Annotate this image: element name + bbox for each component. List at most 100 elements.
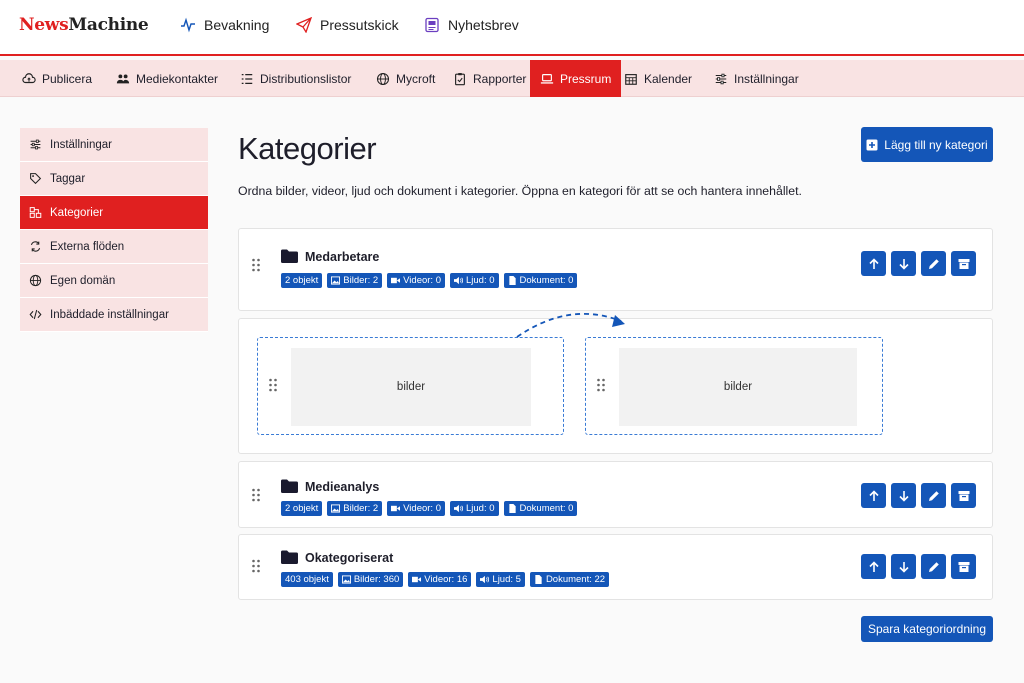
- nav-label: Mycroft: [396, 71, 436, 86]
- move-up-button[interactable]: [861, 483, 886, 508]
- category-badges: 2 objekt Bilder: 2 Videor: 0 Ljud: 0 Dok…: [281, 501, 578, 516]
- calendar-icon: [625, 73, 637, 85]
- pencil-icon: [928, 258, 939, 269]
- sidebar-item-label: Externa flöden: [50, 240, 125, 253]
- document-icon: [535, 575, 542, 584]
- nav-pressrum[interactable]: Pressrum: [530, 60, 622, 97]
- drag-item-preview: bilder: [291, 348, 531, 426]
- drag-source-slot[interactable]: bilder: [257, 337, 564, 435]
- badge-audio: Ljud: 5: [476, 572, 525, 587]
- topnav-bevakning[interactable]: Bevakning: [180, 17, 269, 33]
- archive-button[interactable]: [951, 483, 976, 508]
- nav-mediekontakter[interactable]: Mediekontakter: [116, 60, 218, 97]
- arrow-up-icon: [868, 489, 879, 501]
- archive-button[interactable]: [951, 251, 976, 276]
- sidebar-item-installningar[interactable]: Inställningar: [20, 128, 208, 162]
- category-actions: [861, 483, 976, 508]
- save-category-order-button[interactable]: Spara kategoriordning: [861, 616, 993, 642]
- nav-label: Mediekontakter: [136, 71, 219, 86]
- clipboard-icon: [455, 72, 465, 85]
- nav-label: Distributionslistor: [260, 71, 352, 86]
- archive-icon: [958, 258, 969, 269]
- badge-documents: Dokument: 0: [503, 501, 578, 516]
- sidebar-item-inbaddade-installningar[interactable]: Inbäddade inställningar: [20, 298, 208, 332]
- nav-installningar[interactable]: Inställningar: [714, 60, 799, 97]
- nav-distributionslistor[interactable]: Distributionslistor: [240, 60, 351, 97]
- newsletter-icon: [425, 17, 439, 33]
- video-icon: [412, 576, 422, 583]
- pulse-icon: [181, 17, 195, 33]
- categories-icon: [29, 207, 42, 218]
- folder-icon: [281, 479, 298, 493]
- move-up-button[interactable]: [861, 251, 886, 276]
- move-up-button[interactable]: [861, 554, 886, 579]
- sidebar-item-externa-floden[interactable]: Externa flöden: [20, 230, 208, 264]
- nav-label: Rapporter: [473, 71, 527, 86]
- topnav-label: Nyhetsbrev: [448, 17, 519, 33]
- badge-videos: Videor: 0: [387, 501, 445, 516]
- save-order-label: Spara kategoriordning: [867, 622, 987, 636]
- archive-button[interactable]: [951, 554, 976, 579]
- move-down-button[interactable]: [891, 483, 916, 508]
- drag-target-slot[interactable]: bilder: [585, 337, 883, 435]
- move-down-button[interactable]: [891, 251, 916, 276]
- nav-publicera[interactable]: Publicera: [22, 60, 92, 97]
- badge-audio: Ljud: 0: [450, 501, 499, 516]
- badge-documents: Dokument: 0: [503, 273, 578, 288]
- drag-handle-icon[interactable]: [596, 378, 606, 392]
- badge-documents: Dokument: 22: [529, 572, 610, 587]
- sidebar-item-egen-doman[interactable]: Egen domän: [20, 264, 208, 298]
- video-icon: [391, 505, 401, 512]
- topnav-label: Pressutskick: [320, 17, 399, 33]
- pencil-icon: [928, 561, 939, 572]
- edit-button[interactable]: [921, 554, 946, 579]
- sidebar-item-label: Taggar: [50, 172, 86, 185]
- nav-mycroft[interactable]: Mycroft: [376, 60, 435, 97]
- drag-handle-icon[interactable]: [251, 488, 261, 502]
- sidebar-item-label: Kategorier: [50, 206, 104, 219]
- image-icon: [331, 276, 341, 285]
- drag-handle-icon[interactable]: [251, 258, 261, 272]
- move-down-button[interactable]: [891, 554, 916, 579]
- category-card: Medarbetare 2 objekt Bilder: 2 Videor: 0…: [238, 228, 993, 311]
- arrow-down-icon: [898, 490, 909, 502]
- topnav-pressutskick[interactable]: Pressutskick: [296, 17, 399, 33]
- sidebar-item-label: Inbäddade inställningar: [50, 308, 169, 321]
- badge-label: Bilder: 2: [343, 503, 379, 514]
- speaker-icon: [480, 575, 490, 584]
- folder-icon: [281, 249, 298, 263]
- category-name[interactable]: Medarbetare: [305, 250, 379, 264]
- sidebar-item-kategorier[interactable]: Kategorier: [20, 196, 208, 230]
- badge-audio: Ljud: 0: [450, 273, 499, 288]
- code-icon: [29, 309, 42, 320]
- main-navigation: Publicera Mediekontakter Distributionsli…: [0, 60, 1024, 97]
- list-icon: [241, 73, 253, 84]
- edit-button[interactable]: [921, 483, 946, 508]
- badge-label: Ljud: 0: [466, 503, 495, 514]
- category-name[interactable]: Medieanalys: [305, 480, 379, 494]
- plus-square-icon: [866, 139, 878, 150]
- edit-button[interactable]: [921, 251, 946, 276]
- brand-logo[interactable]: NewsMachine: [19, 15, 149, 35]
- drag-handle-icon[interactable]: [268, 378, 278, 392]
- badge-label: Dokument: 0: [519, 275, 574, 286]
- nav-label: Inställningar: [734, 71, 799, 86]
- brand-part1: News: [19, 15, 69, 35]
- badge-videos: Videor: 0: [387, 273, 445, 288]
- drag-handle-icon[interactable]: [251, 559, 261, 573]
- globe-icon: [376, 72, 390, 85]
- nav-kalender[interactable]: Kalender: [624, 60, 692, 97]
- cloud-upload-icon: [22, 72, 36, 83]
- category-name[interactable]: Okategoriserat: [305, 551, 393, 565]
- badge-label: Videor: 0: [403, 275, 441, 286]
- top-header: NewsMachine Bevakning Pressutskick Nyhet…: [0, 0, 1024, 56]
- nav-rapporter[interactable]: Rapporter: [453, 60, 526, 97]
- sidebar-item-taggar[interactable]: Taggar: [20, 162, 208, 196]
- add-category-button[interactable]: Lägg till ny kategori: [861, 127, 993, 162]
- topnav-nyhetsbrev[interactable]: Nyhetsbrev: [424, 17, 519, 33]
- sidebar: Inställningar Taggar Kategorier Externa …: [20, 128, 208, 332]
- sliders-icon: [30, 139, 41, 150]
- archive-icon: [958, 490, 969, 501]
- speaker-icon: [454, 276, 463, 285]
- video-icon: [391, 277, 401, 284]
